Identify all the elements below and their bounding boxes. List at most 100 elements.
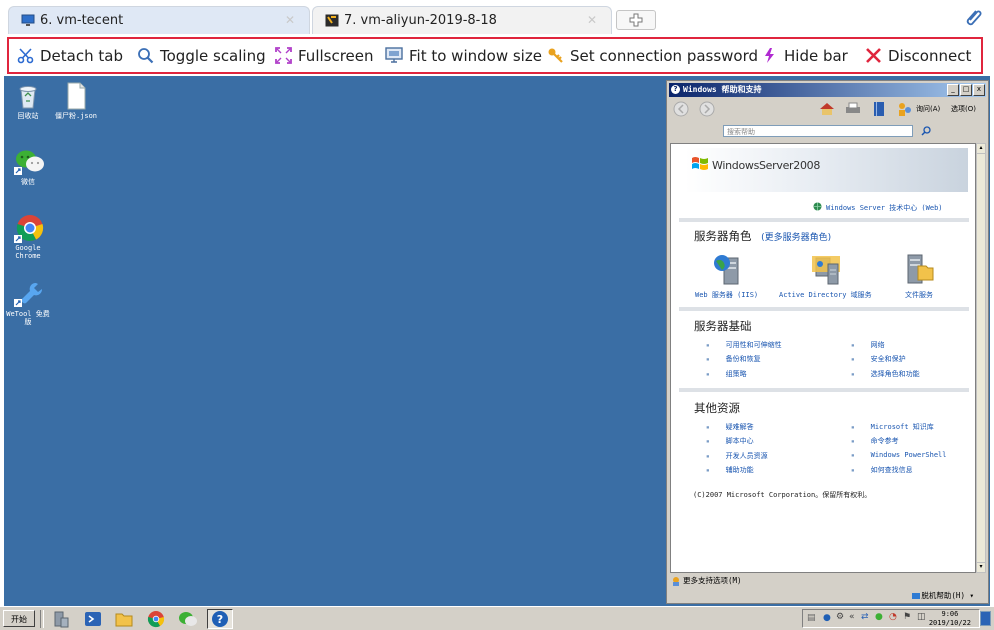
clock-date: 2019/10/22 <box>928 619 971 627</box>
desktop-icon-label: WeTool 免费版 <box>6 310 50 326</box>
basics-link[interactable]: 安全和保护 <box>861 354 906 364</box>
start-button[interactable]: 开始 <box>3 610 35 627</box>
help-content-pane: WindowsServer2008 Windows Server 技术中心 (W… <box>670 143 976 573</box>
chrome-icon <box>14 214 44 243</box>
desktop-icon-label: 回收站 <box>17 112 39 120</box>
keyboard-icon[interactable]: ▤ <box>807 613 816 623</box>
tray-wechat-icon[interactable]: ● <box>875 612 883 622</box>
magnifier-icon <box>138 48 154 64</box>
disconnect-button[interactable]: Disconnect <box>865 39 971 72</box>
role-file-services[interactable]: 文件服务 <box>904 252 934 300</box>
basics-link[interactable]: 组策略 <box>716 369 747 379</box>
start-label: 开始 <box>11 615 27 624</box>
tray-expand-icon[interactable]: « <box>849 612 855 622</box>
close-window-button[interactable]: x <box>973 84 985 96</box>
hide-bar-button[interactable]: Hide bar <box>761 39 848 72</box>
desktop-icon-json-file[interactable]: 僵尸粉.json <box>52 82 100 120</box>
tray-network-icon[interactable]: ⇄ <box>861 612 869 622</box>
tab-vm-tecent[interactable]: 6. vm-tecent ✕ <box>8 6 310 34</box>
offline-help-button[interactable]: 脱机帮助(H) ▾ <box>921 590 974 601</box>
copyright-text: (C)2007 Microsoft Corporation。保留所有权利。 <box>693 491 872 499</box>
show-desktop-button[interactable] <box>980 611 991 626</box>
toggle-scaling-button[interactable]: Toggle scaling <box>137 39 266 72</box>
search-icon[interactable] <box>921 126 931 136</box>
tech-center-link[interactable]: Windows Server 技术中心 (Web) <box>826 203 943 213</box>
maximize-button[interactable]: □ <box>960 84 972 96</box>
print-icon[interactable] <box>845 102 861 115</box>
taskbar-wechat-icon[interactable] <box>177 609 199 629</box>
window-title-bar[interactable]: Windows 帮助和支持 <box>669 83 986 97</box>
scroll-up-arrow[interactable]: ▴ <box>977 144 985 154</box>
help-support-window[interactable]: Windows 帮助和支持 ? _ □ x 询问(A) 选项(O) 搜索帮助 W… <box>666 80 989 604</box>
server-manager-icon[interactable] <box>50 609 72 629</box>
resource-link[interactable]: 命令参考 <box>861 436 899 446</box>
close-tab-icon[interactable]: ✕ <box>285 13 295 27</box>
roles-title: 服务器角色 (更多服务器角色) <box>694 228 831 244</box>
powershell-icon[interactable] <box>82 609 104 629</box>
more-support-link[interactable]: 更多支持选项(M) <box>683 575 742 586</box>
options-menu[interactable]: 选项(O) <box>951 104 976 114</box>
file-icon <box>62 82 90 110</box>
help-search-input[interactable]: 搜索帮助 <box>723 125 913 137</box>
offline-icon <box>912 593 920 599</box>
basics-link[interactable]: 备份和恢复 <box>716 354 761 364</box>
detach-tab-button[interactable]: Detach tab <box>17 39 123 72</box>
tab-label: 7. vm-aliyun-2019-8-18 <box>344 13 497 28</box>
more-roles-link[interactable]: (更多服务器角色) <box>761 233 831 243</box>
forward-icon[interactable] <box>699 101 715 117</box>
tray-volume-icon[interactable]: ◫ <box>917 612 926 622</box>
basics-title: 服务器基础 <box>694 319 752 333</box>
role-active-directory[interactable]: Active Directory 域服务 <box>779 252 872 300</box>
tray-settings-icon[interactable]: ⚙ <box>836 612 844 622</box>
home-icon[interactable] <box>819 101 835 116</box>
new-tab-button[interactable] <box>616 10 656 30</box>
toggle-scaling-label: Toggle scaling <box>160 46 266 65</box>
tray-help-icon[interactable]: ● <box>823 613 831 623</box>
resource-link[interactable]: 脚本中心 <box>716 436 754 446</box>
desktop-icon-chrome[interactable]: Google Chrome <box>4 214 52 260</box>
scroll-down-arrow[interactable]: ▾ <box>977 562 985 572</box>
resource-link[interactable]: 辅助功能 <box>716 465 754 475</box>
basics-link[interactable]: 选择角色和功能 <box>861 369 920 379</box>
desktop-icon-recycle-bin[interactable]: 回收站 <box>4 82 52 120</box>
desktop-icon-wechat[interactable]: 微信 <box>4 148 52 186</box>
resource-link[interactable]: 开发人员资源 <box>716 451 768 461</box>
desktop-icon-label: Google Chrome <box>15 244 41 260</box>
taskbar-chrome-icon[interactable] <box>145 609 167 629</box>
resource-link[interactable]: 如何查找信息 <box>861 465 913 475</box>
set-password-button[interactable]: Set connection password <box>547 39 758 72</box>
role-label: Web 服务器 (IIS) <box>695 291 759 299</box>
tray-flag-icon[interactable]: ⚑ <box>903 612 911 622</box>
clock[interactable]: 9:06 2019/10/22 <box>929 610 971 628</box>
close-tab-icon[interactable]: ✕ <box>587 13 597 27</box>
taskbar-separator <box>40 610 44 628</box>
ask-menu[interactable]: 询问(A) <box>916 104 940 114</box>
windows-logo-icon <box>692 157 708 170</box>
set-password-label: Set connection password <box>570 46 759 65</box>
tab-vm-aliyun[interactable]: 7. vm-aliyun-2019-8-18 ✕ <box>312 6 612 34</box>
fit-to-window-label: Fit to window size <box>409 46 542 65</box>
tray-security-icon[interactable]: ◔ <box>889 612 897 622</box>
resource-link[interactable]: 疑难解答 <box>716 422 754 432</box>
minimize-button[interactable]: _ <box>947 84 959 96</box>
back-icon[interactable] <box>673 101 689 117</box>
taskbar-help-icon[interactable]: ? <box>207 609 233 629</box>
resource-link[interactable]: Windows PowerShell <box>861 451 947 459</box>
explorer-icon[interactable] <box>113 609 135 629</box>
paperclip-icon[interactable] <box>962 8 984 28</box>
role-label: 文件服务 <box>905 291 933 299</box>
help-scrollbar[interactable]: ▴ ▾ <box>976 143 986 573</box>
browse-help-icon[interactable] <box>873 101 885 117</box>
role-web-server[interactable]: Web 服务器 (IIS) <box>695 252 758 300</box>
resource-link[interactable]: Microsoft 知识库 <box>861 422 934 432</box>
system-tray: ▤ ● ⚙ « ⇄ ● ◔ ⚑ ◫ 9:06 2019/10/22 <box>802 609 980 628</box>
offline-help-label: 脱机帮助(H) <box>921 591 965 600</box>
globe-icon <box>813 202 822 211</box>
basics-link[interactable]: 网络 <box>861 340 885 350</box>
desktop-icon-wetool[interactable]: WeTool 免费版 <box>4 280 52 326</box>
session-toolbar: Detach tab Toggle scaling Fullscreen Fit… <box>7 37 983 74</box>
fit-to-window-button[interactable]: Fit to window size <box>385 39 542 72</box>
server-logo-text: WindowsServer2008 <box>712 159 821 172</box>
basics-link[interactable]: 可用性和可伸缩性 <box>716 340 782 350</box>
fullscreen-button[interactable]: Fullscreen <box>275 39 374 72</box>
